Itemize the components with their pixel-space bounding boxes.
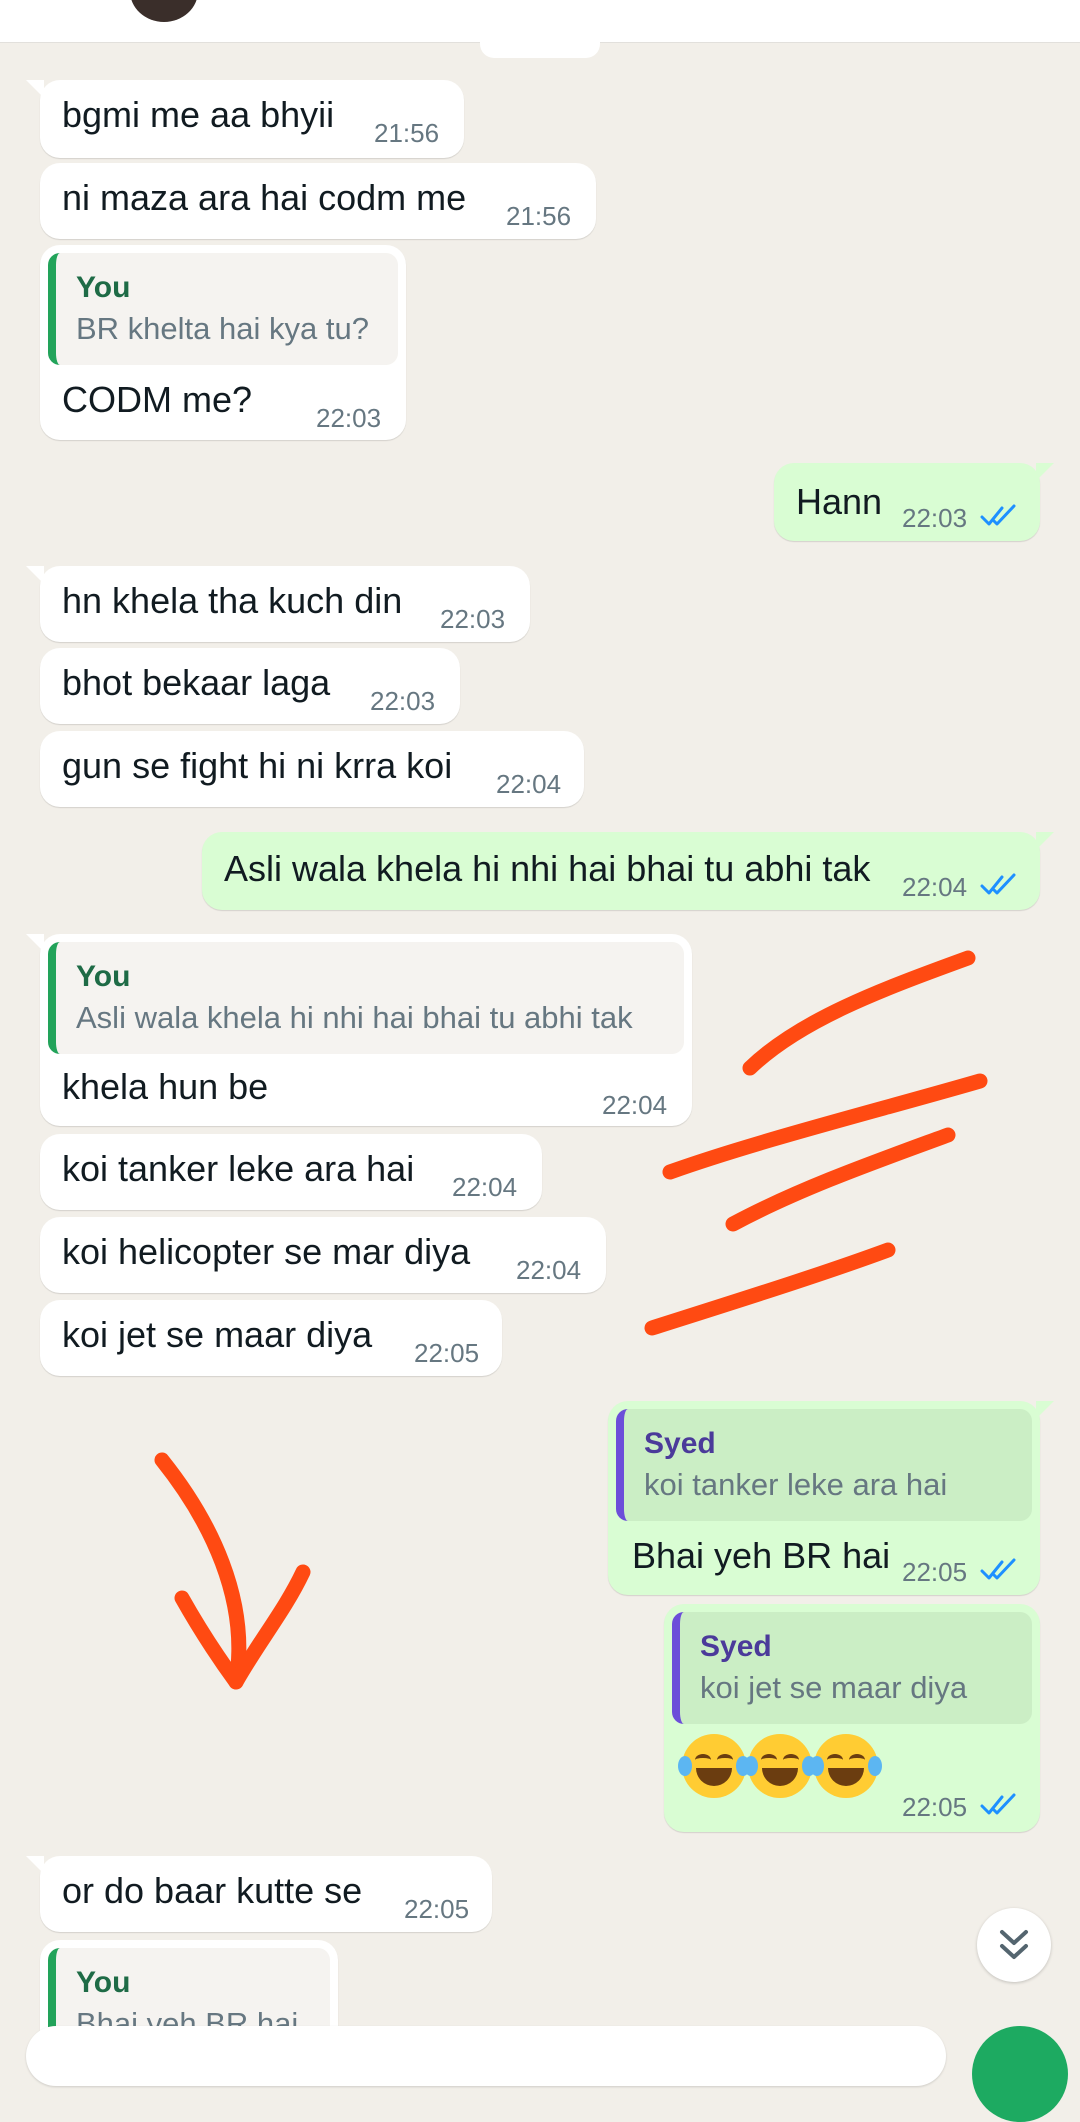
quoted-message[interactable]: You Asli wala khela hi nhi hai bhai tu a… <box>48 942 684 1054</box>
message-time: 21:56 <box>506 201 572 231</box>
arrow-head <box>174 1564 311 1690</box>
message-text: bhot bekaar laga <box>62 662 331 703</box>
chat-header <box>0 0 1080 43</box>
quote-author: Syed <box>700 1630 772 1663</box>
quote-author: Syed <box>644 1427 716 1460</box>
message-time: 22:04 <box>496 769 562 799</box>
double-check-icon <box>980 504 1016 526</box>
scribble-stroke <box>742 950 976 1076</box>
message-time: 22:04 <box>452 1172 518 1202</box>
double-check-icon <box>980 1793 1016 1815</box>
message-time: 22:04 <box>602 1090 668 1120</box>
quoted-message[interactable]: Syed koi jet se maar diya <box>672 1612 1032 1724</box>
message-text: Asli wala khela hi nhi hai bhai tu abhi … <box>224 848 871 889</box>
message-text: koi tanker leke ara hai <box>62 1148 415 1189</box>
message-time: 21:56 <box>374 118 440 148</box>
outgoing-reply-message[interactable]: Syed koi tanker leke ara hai Bhai yeh BR… <box>608 1401 1054 1595</box>
incoming-message[interactable]: koi jet se maar diya 22:05 <box>40 1300 502 1376</box>
outgoing-message[interactable]: Asli wala khela hi nhi hai bhai tu abhi … <box>202 832 1054 910</box>
message-time: 22:03 <box>440 604 506 634</box>
message-text: bgmi me aa bhyii <box>62 94 335 135</box>
incoming-message[interactable]: bgmi me aa bhyii 21:56 <box>26 80 464 158</box>
outgoing-reply-message[interactable]: Syed koi jet se maar diya 22:05 <box>664 1604 1040 1832</box>
message-text: koi jet se maar diya <box>62 1314 373 1355</box>
incoming-reply-message[interactable]: You Asli wala khela hi nhi hai bhai tu a… <box>26 934 692 1126</box>
message-text: hn khela tha kuch din <box>62 580 403 621</box>
incoming-message[interactable]: or do baar kutte se 22:05 <box>26 1856 492 1932</box>
message-text: gun se fight hi ni krra koi <box>62 745 453 786</box>
message-input[interactable] <box>26 2026 946 2086</box>
message-text: ni maza ara hai codm me <box>62 177 467 218</box>
message-time: 22:05 <box>902 1792 968 1822</box>
quote-author: You <box>76 271 131 304</box>
incoming-message[interactable]: gun se fight hi ni krra koi 22:04 <box>40 731 584 807</box>
double-chevron-down-icon <box>1000 1930 1028 1959</box>
quoted-message[interactable]: Syed koi tanker leke ara hai <box>616 1409 1032 1521</box>
face-with-tears-of-joy-icon <box>678 1734 750 1798</box>
incoming-message[interactable]: hn khela tha kuch din 22:03 <box>26 566 530 642</box>
message-text: khela hun be <box>62 1066 269 1107</box>
arrow-shaft <box>154 1452 247 1690</box>
message-text: koi helicopter se mar diya <box>62 1231 471 1272</box>
scribble-stroke <box>644 1242 896 1336</box>
double-check-icon <box>980 873 1016 895</box>
incoming-reply-message[interactable]: You BR khelta hai kya tu? CODM me? 22:03 <box>40 245 406 440</box>
message-text: Bhai yeh BR hai <box>632 1535 891 1576</box>
message-time: 22:03 <box>902 503 968 533</box>
incoming-message[interactable]: bhot bekaar laga 22:03 <box>40 648 460 724</box>
face-with-tears-of-joy-icon <box>810 1734 882 1798</box>
date-chip <box>480 38 600 58</box>
message-text: or do baar kutte se <box>62 1870 363 1911</box>
quote-text: koi tanker leke ara hai <box>644 1467 948 1502</box>
message-text: Hann <box>796 481 883 522</box>
scribble-stroke <box>725 1127 956 1232</box>
emoji-row <box>678 1734 882 1798</box>
mic-button[interactable] <box>972 2026 1068 2122</box>
scroll-to-bottom-button[interactable] <box>977 1908 1051 1982</box>
quote-author: You <box>76 1966 131 1999</box>
quoted-message[interactable]: You BR khelta hai kya tu? <box>48 253 398 365</box>
scribble-stroke <box>662 1073 988 1180</box>
quote-text: Asli wala khela hi nhi hai bhai tu abhi … <box>76 1000 633 1035</box>
quote-author: You <box>76 960 131 993</box>
contact-avatar[interactable] <box>130 0 198 22</box>
message-time: 22:03 <box>370 686 436 716</box>
quote-text: BR khelta hai kya tu? <box>76 311 369 346</box>
incoming-message[interactable]: ni maza ara hai codm me 21:56 <box>40 163 596 239</box>
message-time: 22:05 <box>414 1338 480 1368</box>
message-time: 22:05 <box>404 1894 470 1924</box>
incoming-message[interactable]: koi tanker leke ara hai 22:04 <box>40 1134 542 1210</box>
double-check-icon <box>980 1558 1016 1580</box>
message-time: 22:03 <box>316 403 382 433</box>
face-with-tears-of-joy-icon <box>744 1734 816 1798</box>
message-time: 22:04 <box>902 872 968 902</box>
incoming-message[interactable]: koi helicopter se mar diya 22:04 <box>40 1217 606 1293</box>
quote-text: koi jet se maar diya <box>700 1670 968 1705</box>
message-text: CODM me? <box>62 379 253 420</box>
message-time: 22:04 <box>516 1255 582 1285</box>
message-time: 22:05 <box>902 1557 968 1587</box>
outgoing-message[interactable]: Hann 22:03 <box>774 463 1054 541</box>
